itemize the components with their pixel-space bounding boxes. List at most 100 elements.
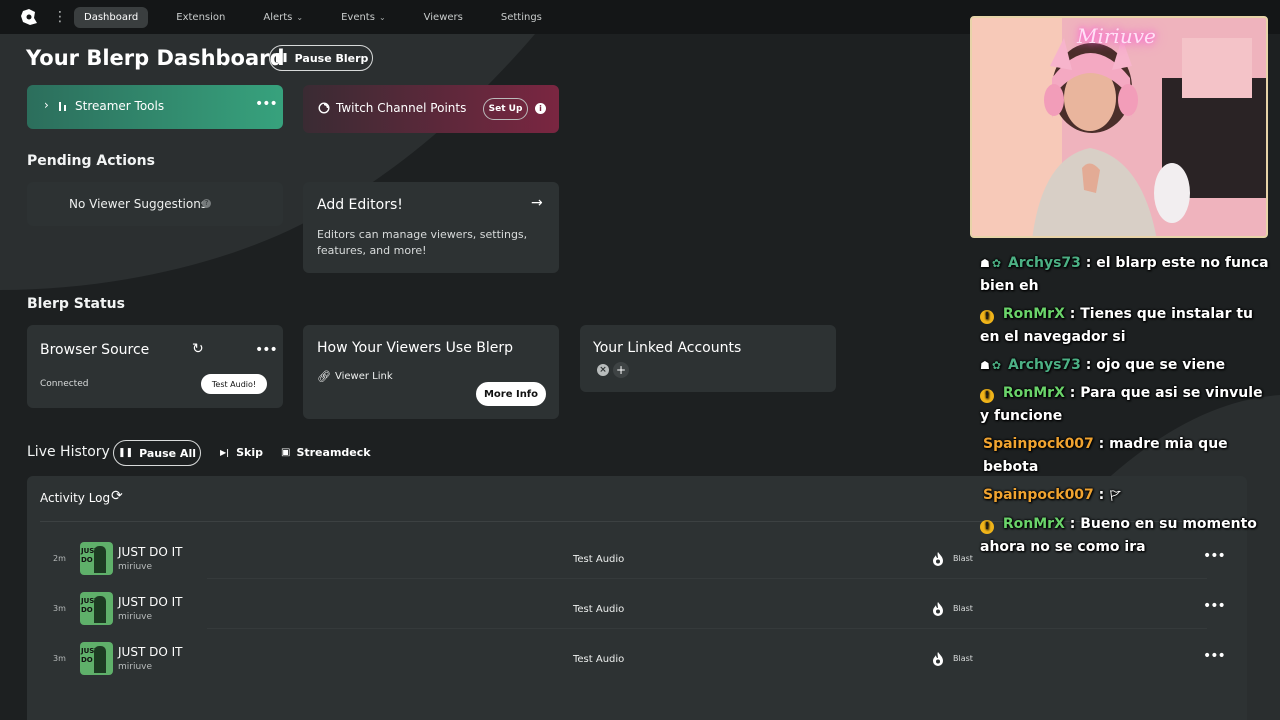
pause-all-button[interactable]: ❚❚ Pause All — [113, 440, 201, 466]
info-icon[interactable]: i — [535, 103, 546, 114]
table-row[interactable]: 3m JUST DO IT JUST DO IT miriuve Test Au… — [27, 634, 1247, 684]
gear-badge-icon: ✿ — [991, 359, 1002, 372]
coin-badge-icon: ! — [980, 520, 994, 534]
set-up-button[interactable]: Set Up — [483, 98, 528, 120]
row-type: Test Audio — [573, 554, 625, 565]
chat-text: : — [1093, 487, 1105, 503]
streamdeck-button[interactable]: ▣ Streamdeck — [281, 446, 371, 459]
pause-icon: ❚❚ — [273, 53, 289, 63]
refresh-icon[interactable]: ↻ — [192, 341, 204, 357]
chat-username: Spainpock007 — [983, 436, 1094, 452]
pause-all-label: Pause All — [139, 446, 196, 460]
sound-thumbnail: JUST DO IT — [80, 592, 113, 625]
streamer-tools-card[interactable]: › Streamer Tools ••• — [27, 85, 283, 129]
chat-text: : ojo que se viene — [1080, 357, 1226, 373]
sound-thumbnail: JUST DO IT — [80, 542, 113, 575]
test-audio-button[interactable]: Test Audio! — [201, 374, 267, 394]
neon-sign-text: Miriuve — [1077, 24, 1156, 48]
blerp-logo-icon[interactable] — [20, 8, 38, 26]
add-account-icon[interactable]: + — [613, 362, 629, 378]
tab-events[interactable]: Events ⌄ — [331, 7, 396, 28]
twitch-channel-points-card[interactable]: Twitch Channel Points Set Up i — [303, 85, 559, 133]
tab-viewers[interactable]: Viewers — [414, 7, 473, 28]
live-history-heading: Live History — [27, 444, 110, 460]
chat-message: ! RonMrX : Para que asi se vinvule y fun… — [980, 382, 1270, 428]
chat-username: Archys73 — [1007, 357, 1081, 373]
arrow-right-icon[interactable]: → — [531, 195, 543, 211]
chat-message: ☗ ✿ Archys73 : ojo que se viene — [980, 354, 1270, 377]
more-options-icon[interactable]: ⋮ — [52, 9, 68, 25]
row-title: JUST DO IT — [118, 595, 183, 609]
row-user: miriuve — [118, 612, 153, 622]
pause-blerp-button[interactable]: ❚❚ Pause Blerp — [269, 45, 373, 71]
remove-account-icon[interactable]: × — [597, 364, 609, 376]
row-menu-icon[interactable]: ••• — [1203, 648, 1226, 664]
streamer-webcam-image — [972, 18, 1266, 236]
more-options-icon[interactable]: ••• — [255, 342, 278, 358]
no-suggestions-label: No Viewer Suggestions — [69, 197, 208, 211]
chevron-right-icon: › — [44, 98, 49, 112]
chat-overlay: ☗ ✿ Archys73 : el blarp este no funca bie… — [980, 252, 1270, 564]
set-up-label: Set Up — [488, 104, 523, 114]
add-editors-card[interactable]: Add Editors! → Editors can manage viewer… — [303, 182, 559, 273]
chat-message: ☗ ✿ Archys73 : el blarp este no funca bie… — [980, 252, 1270, 298]
viewer-suggestions-card: No Viewer Suggestions ? — [27, 182, 283, 226]
blerp-status-heading: Blerp Status — [27, 296, 125, 312]
coin-badge-icon: ! — [980, 310, 994, 324]
page-title: Your Blerp Dashboard — [26, 46, 285, 70]
row-title: JUST DO IT — [118, 645, 183, 659]
sync-icon[interactable]: ⟳ — [111, 488, 123, 504]
viewer-link[interactable]: Viewer Link — [335, 371, 393, 382]
tab-label: Dashboard — [84, 11, 139, 23]
add-editors-description: features, and more! — [317, 244, 427, 257]
help-icon[interactable]: ? — [202, 199, 211, 208]
person-silhouette-icon — [94, 546, 106, 573]
viewers-use-title: How Your Viewers Use Blerp — [317, 340, 514, 356]
fire-icon — [933, 652, 943, 666]
row-type: Test Audio — [573, 654, 625, 665]
tab-label: Viewers — [423, 11, 463, 23]
row-menu-icon[interactable]: ••• — [1203, 598, 1226, 614]
tab-label: Events — [341, 11, 375, 23]
tab-extension[interactable]: Extension — [166, 7, 235, 28]
tab-settings[interactable]: Settings — [491, 7, 552, 28]
more-options-icon[interactable]: ••• — [255, 96, 278, 112]
tab-alerts[interactable]: Alerts ⌄ — [253, 7, 313, 28]
chat-username: RonMrX — [1002, 385, 1065, 401]
test-audio-label: Test Audio! — [211, 379, 257, 389]
row-action: Blast — [953, 654, 973, 663]
chat-message: ! RonMrX : Tienes que instalar tu en el … — [980, 303, 1270, 349]
fire-icon — [933, 552, 943, 566]
row-action: Blast — [953, 604, 973, 613]
row-user: miriuve — [118, 562, 153, 572]
row-title: JUST DO IT — [118, 545, 183, 559]
nav-tabs: Dashboard Extension Alerts ⌄ Events ⌄ View… — [74, 6, 552, 28]
add-editors-title: Add Editors! — [317, 197, 403, 213]
tab-label: Alerts — [263, 11, 293, 23]
robot-badge-icon: ☗ — [980, 257, 990, 270]
pause-icon: ❚❚ — [117, 448, 134, 458]
pending-actions-heading: Pending Actions — [27, 153, 155, 169]
activity-log-title: Activity Log — [40, 491, 111, 505]
browser-source-card: Browser Source ↻ ••• Connected Test Audi… — [27, 325, 283, 408]
chat-username: RonMrX — [1002, 306, 1065, 322]
chat-username: Spainpock007 — [983, 487, 1094, 503]
link-icon: 🔗︎ — [317, 370, 331, 383]
chevron-down-icon: ⌄ — [296, 12, 304, 22]
row-divider — [207, 628, 1207, 629]
browser-source-title: Browser Source — [40, 342, 150, 358]
robot-badge-icon: ☗ — [980, 359, 990, 372]
chevron-down-icon: ⌄ — [378, 12, 386, 22]
linked-accounts-card: Your Linked Accounts × + — [580, 325, 836, 392]
person-silhouette-icon — [94, 596, 106, 623]
tab-dashboard[interactable]: Dashboard — [74, 6, 149, 28]
row-time: 3m — [53, 604, 66, 613]
row-action: Blast — [953, 554, 973, 563]
add-editors-description: Editors can manage viewers, settings, — [317, 228, 528, 241]
table-row[interactable]: 3m JUST DO IT JUST DO IT miriuve Test Au… — [27, 584, 1247, 634]
skip-button[interactable]: ▶| Skip — [220, 446, 263, 459]
sound-thumbnail: JUST DO IT — [80, 642, 113, 675]
more-info-button[interactable]: More Info — [476, 382, 546, 406]
person-silhouette-icon — [94, 646, 106, 673]
fire-icon — [933, 602, 943, 616]
